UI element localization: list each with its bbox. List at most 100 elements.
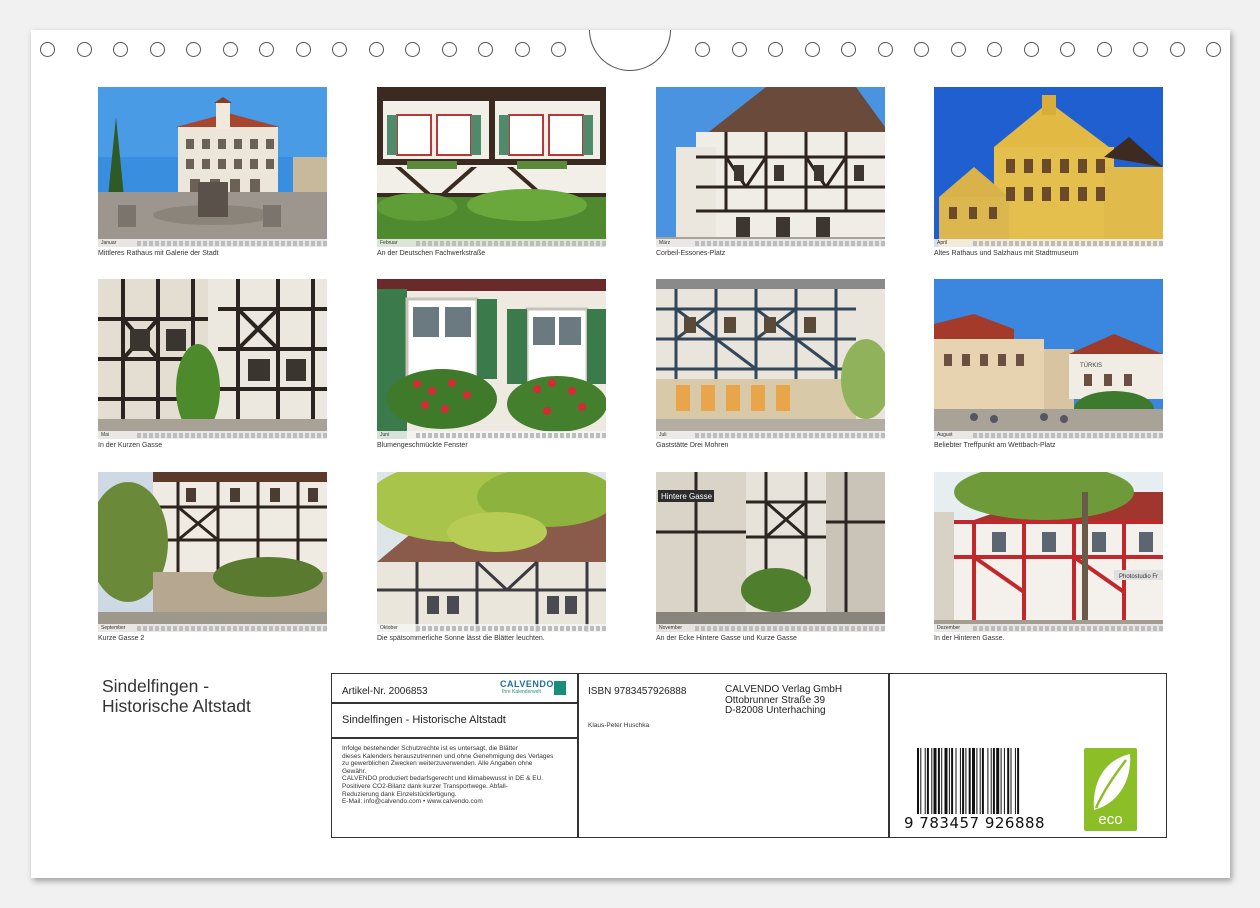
barcode-bar	[941, 748, 943, 814]
month-strip: Mai	[98, 431, 327, 439]
legal-line: dieses Kalenders herauszutrennen und ohn…	[342, 752, 554, 760]
binding-ring	[222, 42, 238, 57]
month-strip: März	[656, 239, 885, 247]
month-name: Juni	[380, 432, 390, 438]
barcode-bar	[965, 748, 967, 814]
barcode-bar	[979, 748, 981, 814]
divider	[577, 674, 579, 837]
caption-april: Altes Rathaus und Salzhaus mit Stadtmuse…	[934, 250, 1079, 257]
caption-december: In der Hinteren Gasse.	[934, 635, 1005, 642]
publisher-address: CALVENDO Verlag GmbH Ottobrunner Straße …	[725, 684, 842, 717]
legal-line: Gewähr.	[342, 767, 367, 775]
caption-march: Corbeil-Essones-Platz	[656, 250, 726, 257]
binding-ring	[149, 42, 165, 57]
month-name: März	[659, 240, 671, 246]
binding-ring	[40, 42, 55, 57]
eco-badge: eco	[1084, 748, 1137, 831]
barcode-bar	[933, 748, 937, 814]
binding-ring	[295, 42, 311, 57]
thumb-may[interactable]: Mai	[98, 279, 327, 439]
month-strip: April	[934, 239, 1163, 247]
legal-line: Positivere CO2-Bilanz dank kurzer Transp…	[342, 782, 508, 790]
month-strip: September	[98, 624, 327, 632]
binding-ring	[1096, 42, 1112, 57]
binding-ring	[551, 42, 566, 57]
photo-sign-photostudio: Photostudio Fr	[1119, 574, 1158, 580]
thumb-january[interactable]: Januar	[98, 87, 327, 247]
binding-ring	[441, 42, 457, 57]
thumb-april[interactable]: April	[934, 87, 1163, 247]
thumb-june[interactable]: Juni	[377, 279, 606, 439]
thumb-march[interactable]: März	[656, 87, 885, 247]
barcode-number: 9 783457 926888	[904, 814, 1046, 832]
barcode-bar	[1010, 748, 1012, 814]
caption-january: Mittleres Rathaus mit Galerie der Stadt	[98, 250, 219, 257]
divider	[888, 674, 890, 837]
thumb-december[interactable]: Photostudio Fr Dezember	[934, 472, 1163, 632]
month-name: Februar	[380, 240, 398, 246]
binding-ring	[695, 42, 710, 57]
caption-august: Beliebter Treffpunkt am Wettbach-Platz	[934, 442, 1056, 449]
month-strip: Dezember	[934, 624, 1163, 632]
binding-ring	[259, 42, 274, 57]
legal-line: E-Mail: info@calvendo.com • www.calvendo…	[342, 798, 483, 806]
binding-ring	[332, 42, 347, 57]
barcode-bar	[937, 748, 940, 814]
month-strip: Juni	[377, 431, 606, 439]
barcode-bar	[917, 748, 919, 814]
photo-sign-hintere-gasse: Hintere Gasse	[661, 492, 713, 501]
eco-label: eco	[1098, 811, 1123, 828]
binding-ring	[1133, 42, 1148, 57]
thumb-february[interactable]: Februar	[377, 87, 606, 247]
binding-ring	[804, 42, 820, 57]
binding-ring	[478, 42, 493, 57]
thumb-july[interactable]: Juli	[656, 279, 885, 439]
publisher-line: D-82008 Unterhaching	[725, 705, 826, 716]
barcode-bar	[962, 748, 965, 814]
barcode-bar	[1007, 748, 1010, 814]
binding-ring	[1206, 42, 1221, 57]
thumb-november[interactable]: Hintere Gasse November	[656, 472, 885, 632]
caption-september: Kurze Gasse 2	[98, 635, 145, 642]
binding-ring	[877, 42, 893, 57]
legal-notice: Infolge bestehender Schutzrechte ist es …	[342, 745, 577, 806]
binding-ring	[987, 42, 1002, 57]
month-name: April	[937, 240, 948, 246]
binding-ring	[914, 42, 929, 57]
barcode-bar	[996, 748, 1000, 814]
binding-ring	[731, 42, 747, 57]
month-strip: November	[656, 624, 885, 632]
caption-october: Die spätsommerliche Sonne lässt die Blät…	[377, 635, 545, 642]
binding-ring	[76, 42, 92, 57]
binding-ring	[768, 42, 783, 57]
thumb-october[interactable]: Oktober	[377, 472, 606, 632]
binding-ring	[1023, 42, 1039, 57]
binding-ring	[405, 42, 420, 57]
barcode-bar	[981, 748, 984, 814]
legal-line: Infolge bestehender Schutzrechte ist es …	[342, 745, 518, 752]
barcode-bar	[990, 748, 992, 814]
barcode-bar	[968, 748, 971, 814]
binding-ring	[841, 42, 856, 57]
month-name: Dezember	[937, 625, 961, 631]
barcode-bar	[1003, 748, 1005, 814]
product-title: Sindelfingen - Historische Altstadt	[342, 714, 506, 726]
caption-july: Gaststätte Drei Mohren	[656, 442, 729, 449]
thumb-september[interactable]: September	[98, 472, 327, 632]
barcode-bar	[972, 748, 975, 814]
thumb-august[interactable]: TÜRKIS August	[934, 279, 1163, 439]
binding-ring	[1060, 42, 1075, 57]
caption-may: In der Kurzen Gasse	[98, 442, 163, 449]
calvendo-logo: CALVENDO Ihre Kalenderwelt	[500, 679, 570, 699]
binding-ring	[1169, 42, 1185, 57]
isbn: ISBN 9783457926888	[588, 686, 687, 697]
barcode-bar	[926, 748, 929, 814]
legal-line: zu gewerblichen Zwecken weiterzuverwende…	[342, 760, 533, 768]
month-name: Oktober	[380, 625, 398, 631]
calendar-title: Sindelfingen - Historische Altstadt	[102, 676, 251, 716]
caption-june: Blumengeschmückte Fenster	[377, 442, 468, 449]
month-strip: Februar	[377, 239, 606, 247]
barcode-bar	[948, 748, 950, 814]
author: Klaus-Peter Huschka	[588, 722, 650, 729]
photo-sign-tuerkis: TÜRKIS	[1080, 362, 1102, 369]
